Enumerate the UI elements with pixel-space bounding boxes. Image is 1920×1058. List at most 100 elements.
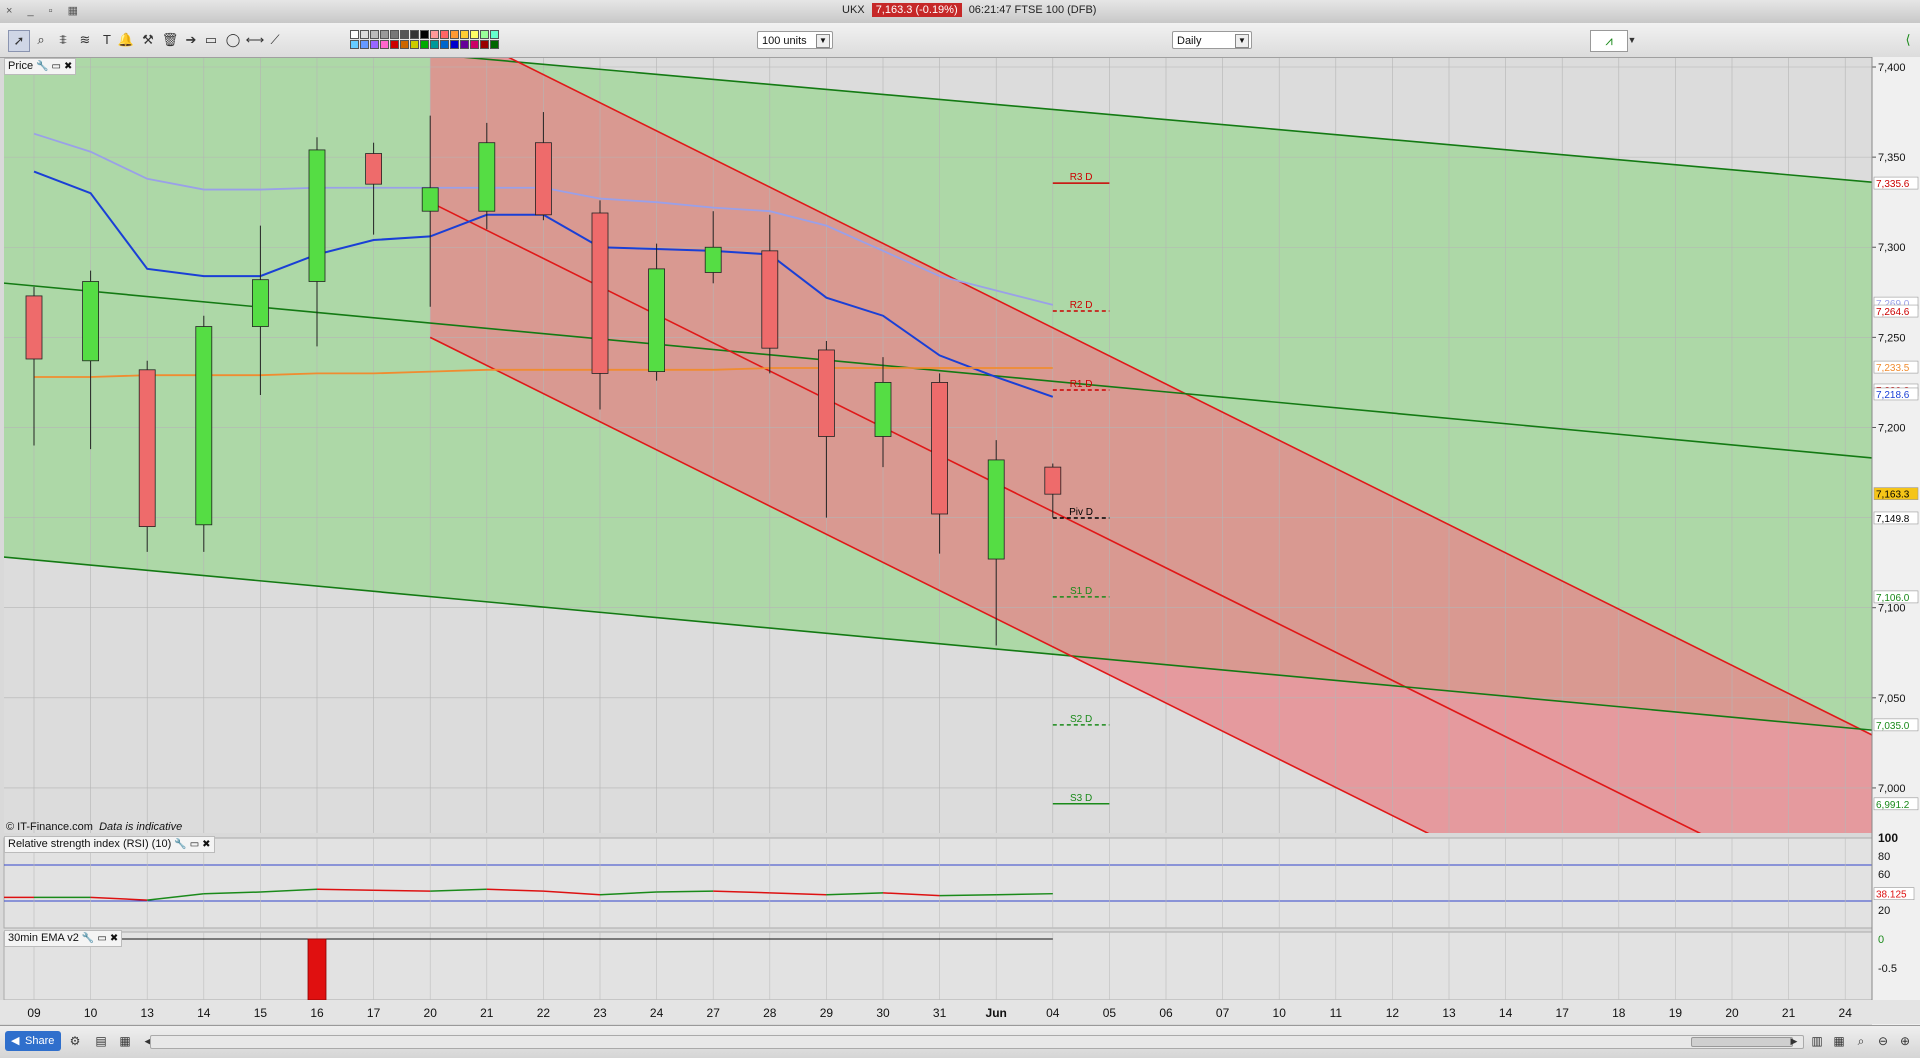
candle-body[interactable] bbox=[82, 281, 99, 362]
color-swatch[interactable] bbox=[420, 40, 429, 49]
window-icon[interactable]: ▭ bbox=[52, 59, 61, 74]
color-swatch[interactable] bbox=[350, 30, 359, 39]
color-swatch[interactable] bbox=[460, 30, 469, 39]
fibonacci-icon[interactable]: ⩨ bbox=[53, 30, 73, 50]
wrench-icon[interactable]: 🔧 bbox=[36, 59, 48, 74]
alert-bell-icon[interactable]: 🔔 bbox=[116, 30, 136, 50]
color-swatch[interactable] bbox=[360, 40, 369, 49]
candle-body[interactable] bbox=[761, 250, 779, 349]
color-swatch[interactable] bbox=[400, 30, 409, 39]
window-icon[interactable]: ▭ bbox=[190, 837, 199, 852]
credit-text: © IT-Finance.com bbox=[6, 821, 93, 833]
units-select[interactable]: 100 units ▼ bbox=[757, 31, 833, 49]
scrollbar-thumb[interactable] bbox=[1691, 1037, 1793, 1047]
pointer-icon[interactable]: ➚ bbox=[8, 30, 30, 52]
chart-area[interactable]: R3 D R2 D R1 D Piv D S1 D S2 D S3 D 7,000 7,050 7… bbox=[0, 57, 1920, 1030]
chart-svg[interactable]: R3 D R2 D R1 D Piv D S1 D S2 D S3 D 7,000 7,050 7… bbox=[0, 57, 1920, 1025]
zoom-fit-icon[interactable]: ⌕ bbox=[1852, 1032, 1870, 1050]
candle-body[interactable] bbox=[591, 212, 609, 374]
chevron-down-icon[interactable]: ▼ bbox=[1627, 30, 1637, 50]
x-tick-label: 07 bbox=[1216, 1006, 1230, 1020]
candle-body[interactable] bbox=[648, 268, 665, 373]
color-swatch[interactable] bbox=[430, 30, 439, 39]
ellipse-icon[interactable]: ◯ bbox=[223, 30, 243, 50]
candle-body[interactable] bbox=[478, 142, 496, 212]
rsi-segment bbox=[373, 889, 431, 892]
candle-body[interactable] bbox=[818, 349, 835, 437]
candle-body[interactable] bbox=[535, 142, 552, 216]
color-swatch[interactable] bbox=[490, 40, 499, 49]
close-icon[interactable]: ✖ bbox=[110, 931, 118, 946]
share-button[interactable]: ◀ Share bbox=[5, 1031, 62, 1051]
zoom-in-icon[interactable]: ⊕ bbox=[1896, 1032, 1914, 1050]
x-tick-label: 12 bbox=[1386, 1006, 1400, 1020]
candle-body[interactable] bbox=[874, 382, 892, 437]
candle-body[interactable] bbox=[365, 153, 383, 185]
color-swatch[interactable] bbox=[390, 30, 399, 39]
grid-icon[interactable]: ▦ bbox=[116, 1032, 134, 1050]
color-swatch[interactable] bbox=[440, 30, 449, 39]
wrench-icon[interactable]: 🔧 bbox=[174, 837, 186, 852]
panel-toggle-icon[interactable]: ⟨ bbox=[1898, 30, 1918, 50]
close-icon[interactable]: ✖ bbox=[64, 59, 72, 74]
candle-body[interactable] bbox=[138, 369, 156, 528]
layout-icon[interactable]: ▤ bbox=[92, 1032, 110, 1050]
zoom-out-icon[interactable]: ⊖ bbox=[1874, 1032, 1892, 1050]
wrench-icon[interactable]: 🔧 bbox=[82, 931, 94, 946]
fib-fan-icon[interactable]: ≋ bbox=[75, 30, 95, 50]
color-swatch[interactable] bbox=[400, 40, 409, 49]
period-select[interactable]: Daily ▼ bbox=[1172, 31, 1252, 49]
color-swatch[interactable] bbox=[440, 40, 449, 49]
candle-body[interactable] bbox=[931, 382, 948, 515]
rsi-panel-header[interactable]: Relative strength index (RSI) (10) 🔧 ▭ ✖ bbox=[4, 836, 215, 853]
zoom-icon[interactable]: ⌕ bbox=[31, 30, 51, 50]
color-swatch[interactable] bbox=[360, 30, 369, 39]
color-swatch[interactable] bbox=[430, 40, 439, 49]
window-controls[interactable]: × _ ▫ ▦ bbox=[6, 4, 84, 17]
color-swatch[interactable] bbox=[370, 30, 379, 39]
scroll-right-icon[interactable]: ▶ bbox=[1785, 1032, 1803, 1050]
candle-body[interactable] bbox=[251, 279, 269, 327]
color-swatch[interactable] bbox=[480, 40, 489, 49]
hammer-icon[interactable]: ⚒ bbox=[138, 30, 158, 50]
candle-body[interactable] bbox=[704, 246, 722, 273]
candle-body[interactable] bbox=[1044, 466, 1062, 495]
price-tag: 7,264.6 bbox=[1876, 307, 1910, 318]
arrow-icon[interactable]: ➔ bbox=[181, 30, 201, 50]
candle-body[interactable] bbox=[421, 187, 439, 212]
color-swatch[interactable] bbox=[350, 40, 359, 49]
trash-icon[interactable]: 🗑 bbox=[160, 30, 180, 50]
color-swatch[interactable] bbox=[470, 30, 479, 39]
color-swatch[interactable] bbox=[490, 30, 499, 39]
candle-body[interactable] bbox=[308, 149, 326, 282]
ema-panel-header[interactable]: 30min EMA v2 🔧 ▭ ✖ bbox=[4, 930, 123, 947]
rectangle-icon[interactable]: ▭ bbox=[201, 30, 221, 50]
horizontal-scrollbar[interactable] bbox=[150, 1035, 1804, 1049]
chart-type-icon[interactable]: ▥ bbox=[1808, 1032, 1826, 1050]
trend-line-icon[interactable]: ⟋ bbox=[265, 30, 285, 50]
close-icon[interactable]: ✖ bbox=[202, 837, 210, 852]
candles-icon[interactable]: ▦ bbox=[1830, 1032, 1848, 1050]
color-swatch[interactable] bbox=[410, 40, 419, 49]
price-panel-header[interactable]: Price 🔧 ▭ ✖ bbox=[4, 58, 77, 75]
color-swatch[interactable] bbox=[410, 30, 419, 39]
color-swatch[interactable] bbox=[390, 40, 399, 49]
ema-bar[interactable] bbox=[307, 938, 327, 1001]
color-swatch[interactable] bbox=[460, 40, 469, 49]
color-swatch[interactable] bbox=[380, 30, 389, 39]
candle-body[interactable] bbox=[25, 295, 43, 360]
window-icon[interactable]: ▭ bbox=[97, 931, 106, 946]
color-swatch[interactable] bbox=[450, 30, 459, 39]
color-swatch[interactable] bbox=[450, 40, 459, 49]
color-swatch[interactable] bbox=[370, 40, 379, 49]
settings-icon[interactable]: ⚙ bbox=[66, 1032, 84, 1050]
candle-body[interactable] bbox=[195, 326, 213, 526]
indicator-chart-icon[interactable]: ⩘ bbox=[1590, 30, 1628, 52]
color-swatch[interactable] bbox=[380, 40, 389, 49]
text-icon[interactable]: T bbox=[97, 30, 117, 50]
color-swatch[interactable] bbox=[470, 40, 479, 49]
candle-body[interactable] bbox=[987, 459, 1005, 560]
color-swatch[interactable] bbox=[480, 30, 489, 39]
color-swatch[interactable] bbox=[420, 30, 429, 39]
horizontal-line-icon[interactable]: ⟷ bbox=[245, 30, 265, 50]
